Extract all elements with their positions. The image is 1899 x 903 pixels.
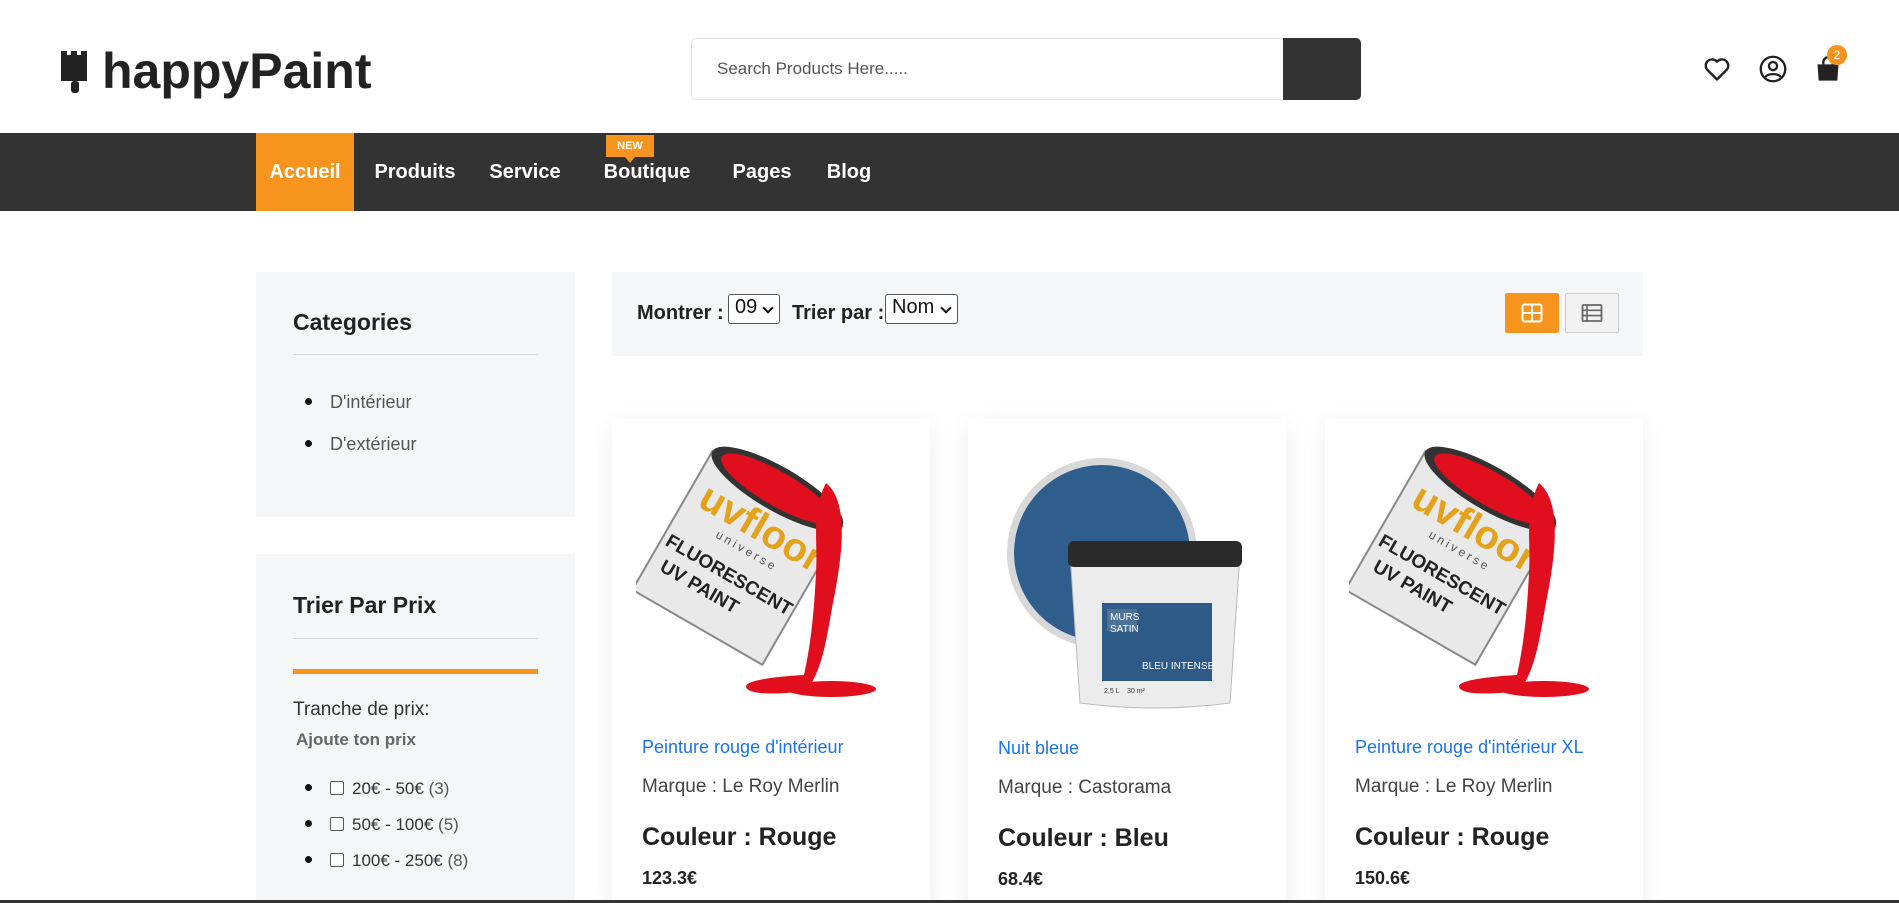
show-label: Montrer :	[637, 302, 724, 324]
show-count-value: 09	[735, 296, 758, 318]
sort-select[interactable]: Nom	[885, 294, 958, 324]
nav-item-produits[interactable]: Produits	[362, 133, 468, 211]
search-button[interactable]	[1283, 38, 1361, 100]
sort-value: Nom	[892, 296, 935, 318]
divider	[293, 354, 538, 355]
categories-title: Categories	[293, 309, 412, 335]
product-image[interactable]: MURS SATIN BLEU INTENSE 2,5 L 30 m²	[992, 443, 1262, 713]
product-name-link[interactable]: Nuit bleue	[998, 738, 1079, 759]
new-badge: NEW	[606, 135, 654, 163]
category-item[interactable]: D'extérieur	[305, 434, 416, 455]
bullet-icon	[305, 820, 312, 827]
product-brand: Marque : Le Roy Merlin	[642, 776, 840, 797]
add-price-label: Ajoute ton prix	[296, 730, 416, 749]
label-line: SATIN	[1110, 624, 1139, 635]
bullet-icon	[305, 784, 312, 791]
grid-view-button[interactable]	[1505, 293, 1559, 333]
search-input[interactable]	[692, 39, 1283, 99]
bullet-icon	[305, 856, 312, 863]
price-range-item: 20€ - 50€ (3)	[305, 779, 449, 799]
logo[interactable]: happyPaint	[58, 42, 371, 100]
category-item[interactable]: D'intérieur	[305, 392, 411, 413]
price-range-item: 100€ - 250€ (8)	[305, 851, 468, 871]
paint-brush-icon	[61, 51, 87, 93]
price-range-checkbox[interactable]	[330, 780, 344, 795]
sort-label: Trier par :	[792, 302, 885, 324]
price-range-item: 50€ - 100€ (5)	[305, 815, 459, 835]
category-label: D'extérieur	[330, 434, 417, 454]
product-name-link[interactable]: Peinture rouge d'intérieur XL	[1355, 737, 1584, 758]
product-brand: Marque : Castorama	[998, 777, 1172, 798]
price-range-label: Tranche de prix:	[293, 699, 430, 720]
grid-icon	[1521, 303, 1543, 323]
product-price: 150.6€	[1355, 868, 1411, 888]
nav-item-blog[interactable]: Blog	[824, 133, 874, 211]
price-range-checkbox[interactable]	[330, 852, 344, 867]
product-card[interactable]: MURS SATIN BLEU INTENSE 2,5 L 30 m² Nuit…	[968, 419, 1286, 903]
product-card[interactable]: uvfloor universe FLUORESCENT UV PAINT Pe…	[1325, 419, 1643, 903]
nav-item-service[interactable]: Service	[484, 133, 566, 211]
price-range-label: 20€ - 50€	[352, 779, 424, 798]
show-count-select[interactable]: 09	[728, 294, 780, 324]
product-price: 123.3€	[642, 868, 698, 888]
price-filter-panel: Trier Par Prix Tranche de prix: Ajoute t…	[256, 554, 575, 903]
price-range-count: (5)	[438, 815, 459, 834]
categories-panel: Categories D'intérieur D'extérieur	[256, 272, 575, 517]
label-line: 2,5 L	[1104, 688, 1120, 695]
user-icon[interactable]	[1759, 55, 1787, 83]
label-line: 30 m²	[1127, 688, 1146, 695]
price-range-slider[interactable]	[293, 669, 538, 674]
price-filter-title: Trier Par Prix	[293, 592, 437, 618]
price-range-label: 100€ - 250€	[352, 851, 443, 870]
product-toolbar: Montrer : 09 Trier par : Nom	[612, 272, 1643, 356]
category-label: D'intérieur	[330, 392, 412, 412]
price-range-count: (3)	[428, 779, 450, 798]
label-line: BLEU INTENSE	[1142, 661, 1215, 672]
product-image[interactable]: uvfloor universe FLUORESCENT UV PAINT	[636, 443, 906, 713]
bullet-icon	[305, 398, 312, 405]
product-color: Couleur : Rouge	[1355, 823, 1550, 851]
product-price: 68.4€	[998, 869, 1044, 889]
site-header: happyPaint 2	[0, 0, 1899, 133]
chevron-down-icon	[645, 242, 657, 254]
product-name-link[interactable]: Peinture rouge d'intérieur	[642, 737, 844, 758]
cart-count-badge: 2	[1827, 45, 1847, 65]
price-range-count: (8)	[447, 851, 469, 870]
nav-item-boutique-label: Boutique	[603, 161, 691, 183]
divider	[293, 638, 538, 639]
heart-icon[interactable]	[1703, 55, 1731, 83]
product-color: Couleur : Rouge	[642, 823, 837, 851]
price-range-label: 50€ - 100€	[352, 815, 434, 834]
product-card[interactable]: uvfloor universe FLUORESCENT UV PAINT Pe…	[612, 419, 930, 903]
nav-item-pages[interactable]: Pages	[730, 133, 794, 211]
nav-item-accueil[interactable]: Accueil	[256, 133, 354, 211]
list-icon	[1581, 304, 1603, 322]
bullet-icon	[305, 440, 312, 447]
search-bar	[691, 38, 1361, 100]
list-view-button[interactable]	[1565, 293, 1619, 333]
main-nav: Accueil Produits Service Boutique Pages …	[0, 133, 1899, 254]
product-image[interactable]: uvfloor universe FLUORESCENT UV PAINT	[1349, 443, 1619, 713]
price-range-checkbox[interactable]	[330, 816, 344, 831]
product-brand: Marque : Le Roy Merlin	[1355, 776, 1553, 797]
logo-text: happyPaint	[102, 43, 372, 99]
label-line: MURS	[1110, 612, 1140, 623]
product-color: Couleur : Bleu	[998, 824, 1169, 852]
